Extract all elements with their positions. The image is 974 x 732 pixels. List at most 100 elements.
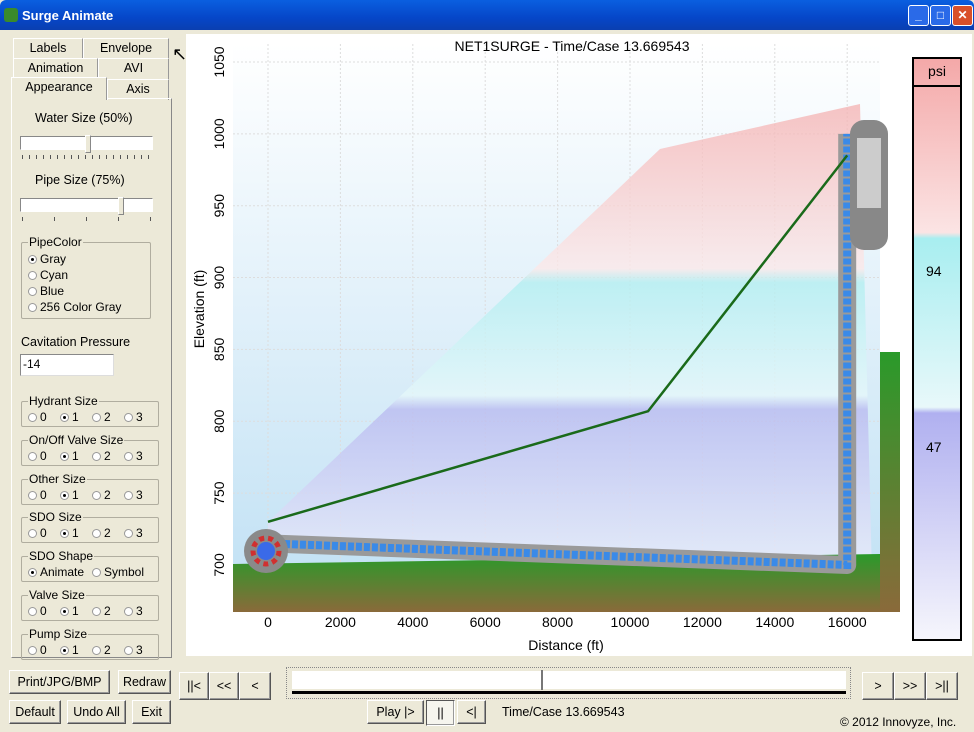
on-off-valve-size-group: On/Off Valve Size 0 1 2 3 <box>21 432 159 466</box>
fast-forward-button[interactable]: >> <box>894 672 926 700</box>
time-slider-rail <box>292 691 846 694</box>
pipe-color-cyan[interactable]: Cyan <box>28 268 68 282</box>
exit-button[interactable]: Exit <box>132 700 171 724</box>
water-size-slider[interactable] <box>20 135 153 153</box>
pipe-color-blue[interactable]: Blue <box>28 284 64 298</box>
x-tick-label: 12000 <box>683 614 722 630</box>
pipe-color-gray[interactable]: Gray <box>28 252 66 266</box>
radio-option[interactable]: 0 <box>28 449 47 463</box>
tab-appearance[interactable]: Appearance <box>11 77 107 100</box>
tab-animation[interactable]: Animation <box>13 58 98 79</box>
radio-option[interactable]: 1 <box>60 526 79 540</box>
forward-button[interactable]: > <box>862 672 894 700</box>
tank-inner <box>857 138 881 208</box>
x-tick-label: 8000 <box>542 614 573 630</box>
y-tick-label: 800 <box>211 409 227 433</box>
pause-button[interactable]: || <box>426 700 455 726</box>
undo-all-button[interactable]: Undo All <box>67 700 126 724</box>
radio-option[interactable]: 0 <box>28 604 47 618</box>
pipe-color-title: PipeColor <box>28 235 83 249</box>
radio-option[interactable]: 2 <box>92 643 111 657</box>
rewind-button[interactable]: << <box>209 672 239 700</box>
y-tick-label: 750 <box>211 481 227 505</box>
pipe-color-256-gray[interactable]: 256 Color Gray <box>28 300 121 314</box>
radio-option[interactable]: 0 <box>28 526 47 540</box>
close-button[interactable]: ✕ <box>952 5 973 26</box>
last-button[interactable]: >|| <box>926 672 958 700</box>
radio-option[interactable]: 3 <box>124 526 143 540</box>
pipe-size-slider[interactable] <box>20 197 153 215</box>
time-slider-track[interactable] <box>292 671 846 689</box>
chart-title: NET1SURGE - Time/Case 13.669543 <box>455 38 690 54</box>
first-button[interactable]: ||< <box>179 672 209 700</box>
legend-label-47: 47 <box>926 439 942 455</box>
radio-option[interactable]: 3 <box>124 449 143 463</box>
slider-thumb[interactable] <box>85 135 91 153</box>
radio-option[interactable]: 3 <box>124 488 143 502</box>
radio-option[interactable]: Animate <box>28 565 84 579</box>
back-button[interactable]: < <box>239 672 271 700</box>
x-tick-label: 2000 <box>325 614 356 630</box>
mouse-cursor-icon: ↖ <box>172 44 188 64</box>
pump-core <box>257 542 275 560</box>
legend-title: psi <box>928 63 946 79</box>
cavitation-pressure-input[interactable]: -14 <box>20 354 114 376</box>
radio-option[interactable]: 2 <box>92 604 111 618</box>
play-button[interactable]: Play |> <box>367 700 424 724</box>
tab-avi[interactable]: AVI <box>98 58 169 79</box>
time-slider-thumb[interactable] <box>541 670 545 690</box>
x-tick-label: 14000 <box>755 614 794 630</box>
default-button[interactable]: Default <box>9 700 61 724</box>
group-title: On/Off Valve Size <box>28 432 125 447</box>
radio-option[interactable]: 2 <box>92 526 111 540</box>
tab-axis[interactable]: Axis <box>107 79 169 100</box>
radio-option[interactable]: 0 <box>28 410 47 424</box>
slider-ticks <box>22 155 152 159</box>
slider-thumb[interactable] <box>118 197 124 215</box>
y-tick-label: 850 <box>211 338 227 362</box>
pump-size-group: Pump Size 0 1 2 3 <box>21 626 159 660</box>
radio-option[interactable]: 1 <box>60 410 79 424</box>
radio-option[interactable]: 0 <box>28 643 47 657</box>
radio-option[interactable]: 1 <box>60 449 79 463</box>
redraw-button[interactable]: Redraw <box>118 670 171 694</box>
y-tick-label: 700 <box>211 553 227 577</box>
y-tick-label: 900 <box>211 266 227 290</box>
pipe-color-group: PipeColor Gray Cyan Blue 256 Color Gray <box>21 235 151 319</box>
group-title: SDO Size <box>28 510 83 525</box>
x-axis-label: Distance (ft) <box>528 637 603 653</box>
radio-option[interactable]: 1 <box>60 488 79 502</box>
radio-option[interactable]: 1 <box>60 643 79 657</box>
group-title: SDO Shape <box>28 549 95 564</box>
y-tick-label: 1050 <box>211 46 227 77</box>
x-tick-label: 10000 <box>611 614 650 630</box>
x-tick-label: 0 <box>264 614 272 630</box>
reverse-button[interactable]: <| <box>457 700 486 724</box>
radio-option[interactable]: 2 <box>92 449 111 463</box>
hydrant-size-group: Hydrant Size 0 1 2 3 <box>21 394 159 427</box>
tab-envelope[interactable]: Envelope <box>83 38 169 59</box>
slider-ticks <box>22 217 152 221</box>
radio-option[interactable]: 3 <box>124 604 143 618</box>
title-bar: Surge Animate _ □ ✕ <box>0 0 974 30</box>
y-tick-label: 1000 <box>211 118 227 149</box>
radio-option[interactable]: 0 <box>28 488 47 502</box>
pipe-size-label: Pipe Size (75%) <box>35 173 125 187</box>
print-button[interactable]: Print/JPG/BMP <box>9 670 110 694</box>
time-slider[interactable] <box>286 667 851 699</box>
radio-option[interactable]: 2 <box>92 488 111 502</box>
sdo-size-group: SDO Size 0 1 2 3 <box>21 510 159 544</box>
group-title: Hydrant Size <box>28 394 99 408</box>
legend-label-94: 94 <box>926 263 942 279</box>
y-axis-label: Elevation (ft) <box>191 270 207 349</box>
sdo-shape-group: SDO Shape Animate Symbol <box>21 549 159 583</box>
tab-labels[interactable]: Labels <box>13 38 83 59</box>
radio-option[interactable]: 3 <box>124 410 143 424</box>
radio-option[interactable]: 3 <box>124 643 143 657</box>
maximize-button[interactable]: □ <box>930 5 951 26</box>
radio-option[interactable]: 1 <box>60 604 79 618</box>
radio-option[interactable]: Symbol <box>92 565 144 579</box>
minimize-button[interactable]: _ <box>908 5 929 26</box>
radio-option[interactable]: 2 <box>92 410 111 424</box>
group-title: Pump Size <box>28 626 89 641</box>
